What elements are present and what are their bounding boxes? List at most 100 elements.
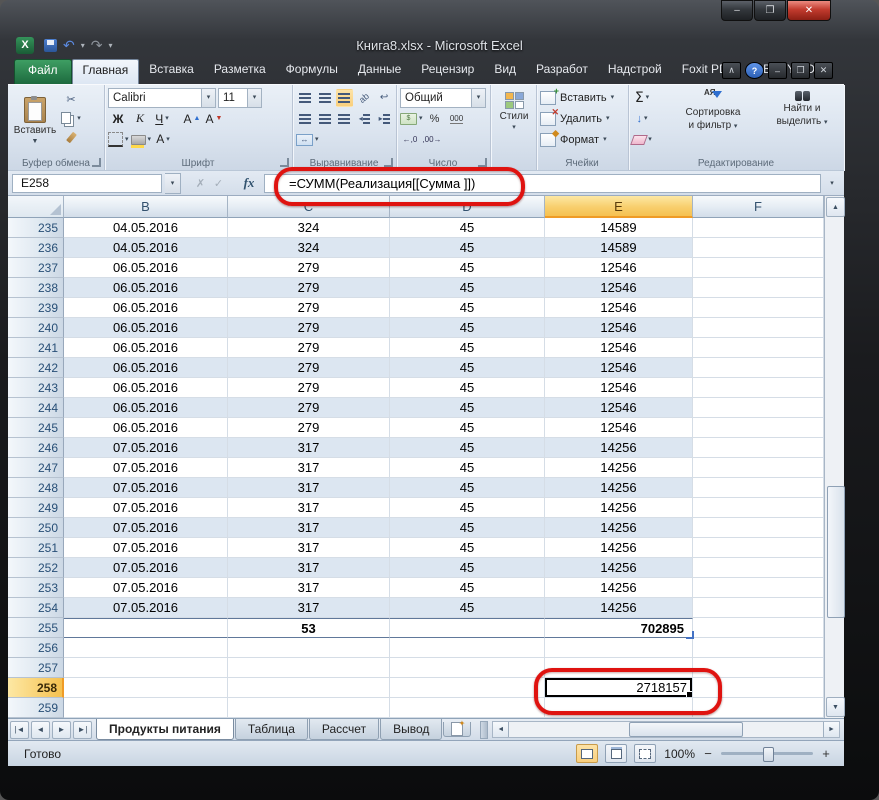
- cell-B235[interactable]: 04.05.2016: [64, 218, 228, 238]
- workbook-restore-icon[interactable]: ❐: [791, 62, 810, 79]
- cell-E244[interactable]: 12546: [545, 398, 693, 418]
- workbook-close-icon[interactable]: ✕: [814, 62, 833, 79]
- align-bottom-button[interactable]: [336, 89, 354, 107]
- cell-B248[interactable]: 07.05.2016: [64, 478, 228, 498]
- workbook-minimize-icon[interactable]: –: [768, 62, 787, 79]
- cell-E241[interactable]: 12546: [545, 338, 693, 358]
- fill-color-button[interactable]: ▾: [131, 131, 152, 149]
- scroll-down-icon[interactable]: ▼: [826, 697, 845, 717]
- vertical-scrollbar[interactable]: ▲ ▼: [824, 196, 844, 718]
- cell-F251[interactable]: [693, 538, 824, 558]
- row-header-236[interactable]: 236: [8, 238, 64, 258]
- cell-E242[interactable]: 12546: [545, 358, 693, 378]
- cell-C241[interactable]: 279: [228, 338, 390, 358]
- cell-E248[interactable]: 14256: [545, 478, 693, 498]
- cell-B259[interactable]: [64, 698, 228, 718]
- ribbon-tab-8[interactable]: Надстрой: [598, 59, 672, 83]
- sheet-tab-1[interactable]: Таблица: [235, 719, 308, 740]
- row-header-235[interactable]: 235: [8, 218, 64, 238]
- cell-E240[interactable]: 12546: [545, 318, 693, 338]
- font-color-button[interactable]: А▾: [153, 131, 173, 149]
- cell-F256[interactable]: [693, 638, 824, 658]
- cell-B256[interactable]: [64, 638, 228, 658]
- align-middle-button[interactable]: [316, 89, 334, 107]
- cell-E254[interactable]: 14256: [545, 598, 693, 618]
- cell-E236[interactable]: 14589: [545, 238, 693, 258]
- cell-E255[interactable]: 702895: [545, 618, 693, 638]
- cell-D257[interactable]: [390, 658, 545, 678]
- format-painter-button[interactable]: [61, 128, 81, 146]
- scroll-left-icon[interactable]: ◄: [493, 722, 509, 737]
- increase-decimal-button[interactable]: ←,0: [400, 131, 420, 149]
- ribbon-tab-4[interactable]: Данные: [348, 59, 411, 83]
- cell-C238[interactable]: 279: [228, 278, 390, 298]
- clear-button[interactable]: ▾: [632, 131, 652, 149]
- cell-F254[interactable]: [693, 598, 824, 618]
- collapse-ribbon-icon[interactable]: ∧: [722, 62, 741, 79]
- cell-B247[interactable]: 07.05.2016: [64, 458, 228, 478]
- cell-D255[interactable]: [390, 618, 545, 638]
- row-header-242[interactable]: 242: [8, 358, 64, 378]
- cell-C252[interactable]: 317: [228, 558, 390, 578]
- cell-F244[interactable]: [693, 398, 824, 418]
- expand-formula-bar-icon[interactable]: ▾: [824, 174, 840, 193]
- next-sheet-icon[interactable]: ►: [52, 721, 71, 739]
- row-header-255[interactable]: 255: [8, 618, 64, 638]
- cell-B239[interactable]: 06.05.2016: [64, 298, 228, 318]
- cell-B243[interactable]: 06.05.2016: [64, 378, 228, 398]
- select-all-corner[interactable]: [8, 196, 64, 218]
- insert-function-icon[interactable]: fx: [237, 175, 261, 191]
- number-format-caret-icon[interactable]: ▾: [471, 89, 485, 107]
- cell-B250[interactable]: 07.05.2016: [64, 518, 228, 538]
- row-header-241[interactable]: 241: [8, 338, 64, 358]
- font-size-caret-icon[interactable]: ▾: [247, 89, 261, 107]
- sort-filter-button[interactable]: АЯ Сортировка и фильтр ▾: [666, 88, 760, 154]
- cell-B257[interactable]: [64, 658, 228, 678]
- number-dialog-launcher-icon[interactable]: [478, 158, 487, 167]
- delete-cells-button[interactable]: ✕ Удалить▾: [540, 109, 625, 128]
- cell-C251[interactable]: 317: [228, 538, 390, 558]
- insert-cells-button[interactable]: + Вставить▾: [540, 88, 625, 107]
- ribbon-tab-5[interactable]: Рецензир: [411, 59, 484, 83]
- cell-E249[interactable]: 14256: [545, 498, 693, 518]
- insert-sheet-button[interactable]: ✦: [443, 722, 471, 737]
- horizontal-scrollbar[interactable]: ◄ ►: [492, 721, 840, 738]
- cell-C249[interactable]: 317: [228, 498, 390, 518]
- cell-B245[interactable]: 06.05.2016: [64, 418, 228, 438]
- close-button[interactable]: ✕: [787, 0, 831, 21]
- increase-indent-button[interactable]: ▸: [375, 110, 393, 128]
- cell-B237[interactable]: 06.05.2016: [64, 258, 228, 278]
- row-header-240[interactable]: 240: [8, 318, 64, 338]
- find-select-button[interactable]: Найти и выделить ▾: [762, 88, 842, 154]
- cell-C237[interactable]: 279: [228, 258, 390, 278]
- cell-C255[interactable]: 53: [228, 618, 390, 638]
- cell-D256[interactable]: [390, 638, 545, 658]
- cell-F249[interactable]: [693, 498, 824, 518]
- cell-D248[interactable]: 45: [390, 478, 545, 498]
- cell-E246[interactable]: 14256: [545, 438, 693, 458]
- font-name-combo[interactable]: Calibri ▾: [108, 88, 216, 108]
- cell-D254[interactable]: 45: [390, 598, 545, 618]
- cell-F252[interactable]: [693, 558, 824, 578]
- cell-C246[interactable]: 317: [228, 438, 390, 458]
- first-sheet-icon[interactable]: |◄: [10, 721, 29, 739]
- cell-B249[interactable]: 07.05.2016: [64, 498, 228, 518]
- row-header-237[interactable]: 237: [8, 258, 64, 278]
- last-sheet-icon[interactable]: ►|: [73, 721, 92, 739]
- underline-button[interactable]: Ч▾: [152, 110, 172, 128]
- restore-button[interactable]: ❐: [754, 0, 786, 21]
- decrease-decimal-button[interactable]: ,00→: [422, 131, 442, 149]
- cell-B238[interactable]: 06.05.2016: [64, 278, 228, 298]
- cell-C243[interactable]: 279: [228, 378, 390, 398]
- number-format-combo[interactable]: Общий ▾: [400, 88, 486, 108]
- row-header-251[interactable]: 251: [8, 538, 64, 558]
- row-header-258[interactable]: 258: [8, 678, 64, 698]
- horizontal-scroll-thumb[interactable]: [629, 722, 743, 737]
- cell-B252[interactable]: 07.05.2016: [64, 558, 228, 578]
- cell-C242[interactable]: 279: [228, 358, 390, 378]
- cell-F237[interactable]: [693, 258, 824, 278]
- row-header-259[interactable]: 259: [8, 698, 64, 718]
- column-header-F[interactable]: F: [693, 196, 824, 218]
- cell-D241[interactable]: 45: [390, 338, 545, 358]
- cell-C244[interactable]: 279: [228, 398, 390, 418]
